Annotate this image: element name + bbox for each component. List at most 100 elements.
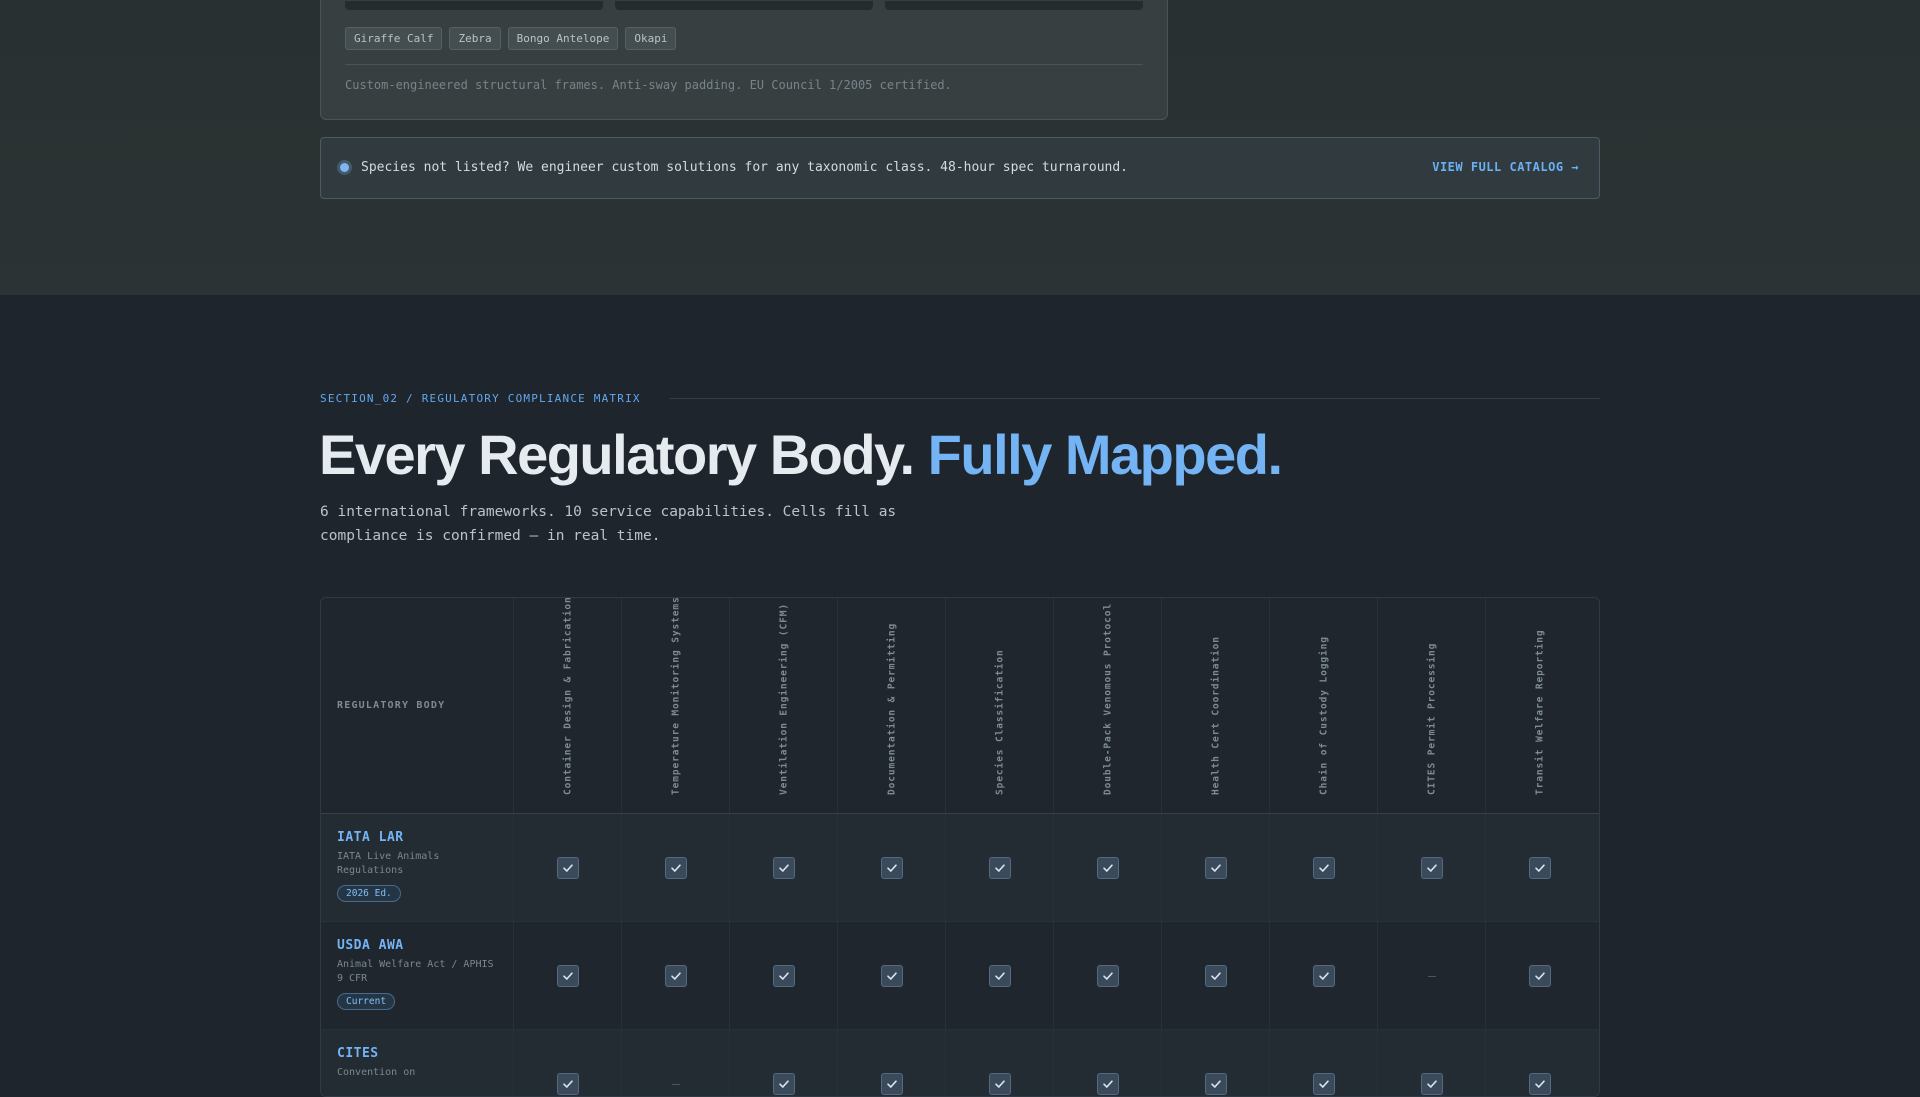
matrix-row: USDA AWA Animal Welfare Act / APHIS 9 CF… xyxy=(321,922,1599,1030)
regulatory-body-cell: IATA LAR IATA Live Animals Regulations 2… xyxy=(321,814,513,921)
banner-text: Species not listed? We engineer custom s… xyxy=(361,160,1129,175)
species-tag[interactable]: Giraffe Calf xyxy=(345,27,443,50)
compliance-cell xyxy=(1269,814,1378,921)
headline-accent: Fully Mapped. xyxy=(927,423,1283,486)
checkmark-icon[interactable] xyxy=(1313,1072,1335,1095)
checkmark-icon[interactable] xyxy=(1529,964,1551,987)
eyebrow-divider xyxy=(670,398,1600,399)
species-section: Giraffe Calf Zebra Bongo Antelope Okapi … xyxy=(0,0,1920,295)
checkmark-icon[interactable] xyxy=(773,964,795,987)
edition-badge: Current xyxy=(337,993,396,1010)
checkmark-icon[interactable] xyxy=(1205,856,1227,879)
regulatory-body-desc: Convention on xyxy=(337,1067,416,1078)
species-tag[interactable]: Zebra xyxy=(449,27,501,50)
regulatory-body-name[interactable]: USDA AWA xyxy=(337,938,404,953)
view-full-catalog-link[interactable]: VIEW FULL CATALOG → xyxy=(1432,160,1579,174)
regulatory-body-cell: USDA AWA Animal Welfare Act / APHIS 9 CF… xyxy=(321,922,513,1029)
species-tag[interactable]: Okapi xyxy=(625,27,677,50)
compliance-cell xyxy=(729,814,838,921)
checkmark-icon[interactable] xyxy=(881,964,903,987)
checkmark-icon[interactable] xyxy=(665,964,687,987)
compliance-cell xyxy=(1053,922,1162,1029)
regulatory-body-name[interactable]: IATA LAR xyxy=(337,830,404,845)
checkmark-icon[interactable] xyxy=(557,856,579,879)
compliance-cell xyxy=(837,922,946,1029)
column-header-label: Chain of Custody Logging xyxy=(1318,636,1330,795)
column-header: Ventilation Engineering (CFM) xyxy=(729,598,838,813)
matrix-row: CITES Convention on xyxy=(321,1030,1599,1096)
checkmark-icon[interactable] xyxy=(1313,964,1335,987)
card-bar xyxy=(615,1,873,10)
compliance-cell xyxy=(945,814,1054,921)
checkmark-icon[interactable] xyxy=(1097,856,1119,879)
column-header: Chain of Custody Logging xyxy=(1269,598,1378,813)
section-headline: Every Regulatory Body. Fully Mapped. xyxy=(319,420,1283,490)
column-header-label: Species Classification xyxy=(994,649,1006,795)
checkmark-icon[interactable] xyxy=(1097,1072,1119,1095)
card-bars xyxy=(345,1,1143,10)
regulatory-body-cell: CITES Convention on xyxy=(321,1030,513,1096)
checkmark-icon[interactable] xyxy=(989,1072,1011,1095)
checkmark-icon[interactable] xyxy=(557,1072,579,1095)
checkmark-icon[interactable] xyxy=(1313,856,1335,879)
card-note: Custom-engineered structural frames. Ant… xyxy=(345,78,952,92)
column-header: Temperature Monitoring Systems xyxy=(621,598,730,813)
column-header-label: Documentation & Permitting xyxy=(886,622,898,795)
card-bar xyxy=(885,1,1143,10)
compliance-cell xyxy=(1161,814,1270,921)
checkmark-icon[interactable] xyxy=(773,1072,795,1095)
checkmark-icon[interactable] xyxy=(1205,964,1227,987)
compliance-cell xyxy=(1377,922,1486,1029)
compliance-cell xyxy=(1485,1030,1594,1096)
column-header: CITES Permit Processing xyxy=(1377,598,1486,813)
compliance-cell xyxy=(1161,922,1270,1029)
edition-badge: 2026 Ed. xyxy=(337,885,401,902)
card-bar xyxy=(345,1,603,10)
checkmark-icon[interactable] xyxy=(989,964,1011,987)
compliance-cell xyxy=(945,922,1054,1029)
not-applicable-dash-icon xyxy=(672,1083,680,1085)
column-header-label: CITES Permit Processing xyxy=(1426,642,1438,795)
checkmark-icon[interactable] xyxy=(773,856,795,879)
checkmark-icon[interactable] xyxy=(1529,856,1551,879)
column-header: Documentation & Permitting xyxy=(837,598,946,813)
column-header-label: Health Cert Coordination xyxy=(1210,636,1222,795)
checkmark-icon[interactable] xyxy=(665,856,687,879)
checkmark-icon[interactable] xyxy=(1205,1072,1227,1095)
compliance-matrix: REGULATORY BODY Container Design & Fabri… xyxy=(320,597,1600,1097)
column-header: Transit Welfare Reporting xyxy=(1485,598,1594,813)
column-header-label: Double-Pack Venomous Protocol xyxy=(1102,603,1114,795)
not-applicable-dash-icon xyxy=(1428,975,1436,977)
matrix-header: REGULATORY BODY Container Design & Fabri… xyxy=(321,597,1599,814)
card-divider xyxy=(345,64,1143,65)
regulatory-body-desc: Animal Welfare Act / APHIS 9 CFR xyxy=(337,959,494,984)
checkmark-icon[interactable] xyxy=(1421,856,1443,879)
compliance-cell xyxy=(1377,814,1486,921)
checkmark-icon[interactable] xyxy=(881,856,903,879)
checkmark-icon[interactable] xyxy=(557,964,579,987)
column-header-label: Temperature Monitoring Systems xyxy=(670,597,682,795)
regulatory-body-header: REGULATORY BODY xyxy=(337,700,446,711)
compliance-cell xyxy=(837,1030,946,1096)
compliance-cell xyxy=(1377,1030,1486,1096)
compliance-cell xyxy=(1269,922,1378,1029)
checkmark-icon[interactable] xyxy=(1097,964,1119,987)
matrix-row: IATA LAR IATA Live Animals Regulations 2… xyxy=(321,814,1599,922)
section-eyebrow: SECTION_02 / REGULATORY COMPLIANCE MATRI… xyxy=(320,392,641,405)
checkmark-icon[interactable] xyxy=(989,856,1011,879)
compliance-cell xyxy=(621,814,730,921)
compliance-cell xyxy=(513,1030,622,1096)
compliance-cell xyxy=(945,1030,1054,1096)
column-header-label: Container Design & Fabrication xyxy=(562,597,574,795)
headline-main: Every Regulatory Body. xyxy=(319,423,915,486)
species-tag[interactable]: Bongo Antelope xyxy=(507,27,619,50)
column-header-label: Ventilation Engineering (CFM) xyxy=(778,603,790,795)
regulatory-body-name[interactable]: CITES xyxy=(337,1046,379,1061)
column-header: Double-Pack Venomous Protocol xyxy=(1053,598,1162,813)
compliance-cell xyxy=(621,922,730,1029)
species-card: Giraffe Calf Zebra Bongo Antelope Okapi … xyxy=(320,0,1168,120)
checkmark-icon[interactable] xyxy=(1421,1072,1443,1095)
checkmark-icon[interactable] xyxy=(1529,1072,1551,1095)
checkmark-icon[interactable] xyxy=(881,1072,903,1095)
compliance-cell xyxy=(729,922,838,1029)
